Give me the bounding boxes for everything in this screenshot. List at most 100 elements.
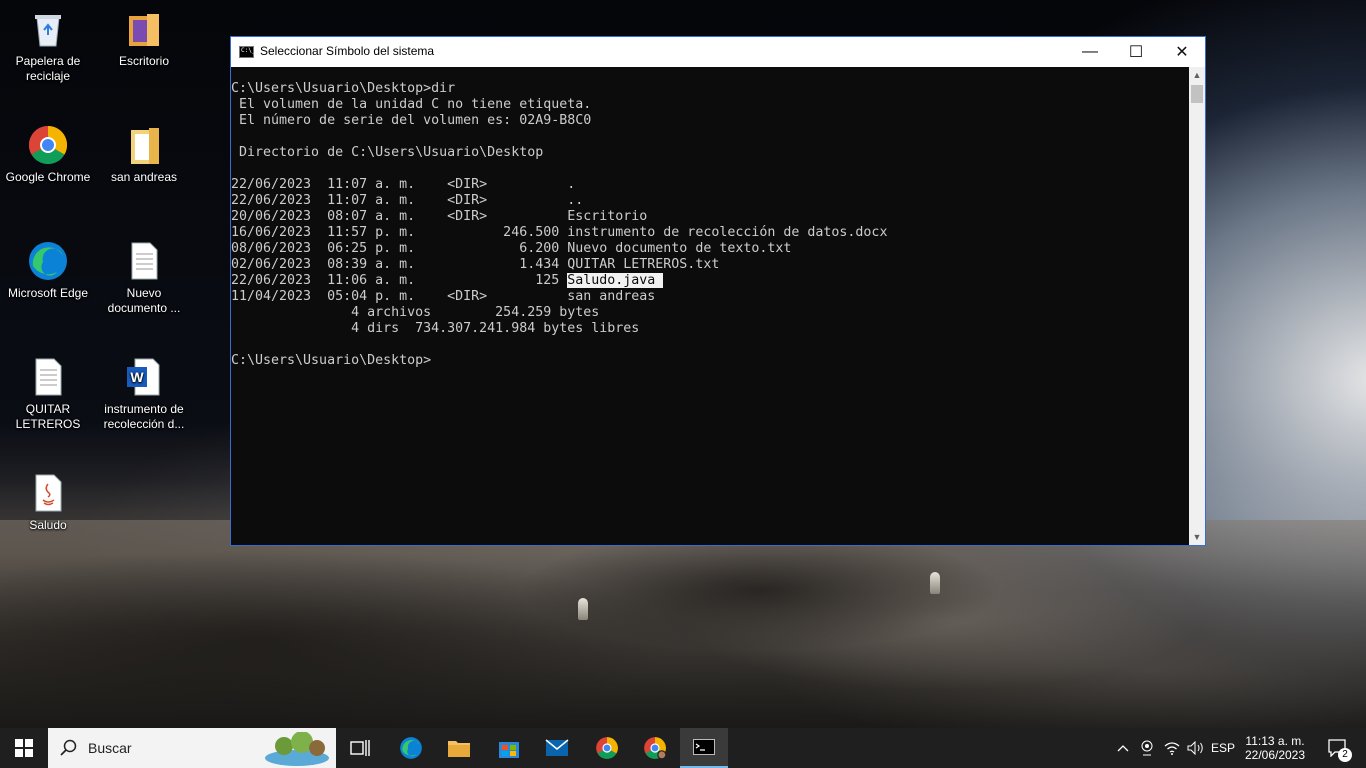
console-line: 16/06/2023 11:57 p. m. 246.500 instrumen… — [231, 225, 888, 240]
desktop-icon-quitar-letreros[interactable]: QUITAR LETREROS — [2, 356, 94, 432]
desktop-icon-microsoft-edge[interactable]: Microsoft Edge — [2, 240, 94, 301]
console-selection[interactable]: Saludo.java — [567, 273, 664, 288]
tray-meet-now[interactable] — [1136, 728, 1158, 768]
desktop-icon-label: QUITAR LETREROS — [15, 402, 81, 431]
taskbar-mail[interactable] — [534, 728, 580, 768]
speaker-icon — [1187, 741, 1203, 755]
chevron-up-icon — [1117, 745, 1129, 752]
taskbar-store[interactable] — [486, 728, 532, 768]
wifi-icon — [1164, 742, 1180, 755]
console-line-selected-row: 22/06/2023 11:06 a. m. 125 Saludo.java — [231, 273, 1189, 289]
folder-icon — [123, 8, 165, 50]
console-line: El número de serie del volumen es: 02A9-… — [231, 113, 592, 128]
command-prompt-window[interactable]: Seleccionar Símbolo del sistema — ☐ ✕ C:… — [230, 36, 1206, 546]
console-line: 4 archivos 254.259 bytes — [231, 305, 600, 320]
taskbar-clock[interactable]: 11:13 a. m. 22/06/2023 — [1240, 728, 1310, 768]
windows-logo-icon — [15, 739, 33, 757]
taskbar: Buscar ESP 11:13 a. m. 22/06/2023 2 — [0, 728, 1366, 768]
webcam-icon — [1141, 740, 1153, 756]
taskbar-chrome[interactable] — [584, 728, 630, 768]
console-line: 08/06/2023 06:25 p. m. 6.200 Nuevo docum… — [231, 241, 792, 256]
vertical-scrollbar[interactable]: ▲ ▼ — [1189, 67, 1205, 545]
recycle-bin-icon — [27, 8, 69, 50]
tray-network[interactable] — [1160, 728, 1184, 768]
maximize-button[interactable]: ☐ — [1113, 37, 1159, 67]
desktop-icon-label: Microsoft Edge — [7, 286, 89, 300]
store-icon — [499, 742, 519, 758]
input-language-indicator[interactable]: ESP — [1208, 728, 1238, 768]
text-document-icon — [123, 240, 165, 282]
desktop-icon-label: Nuevo documento ... — [107, 286, 181, 315]
console-line: 02/06/2023 08:39 a. m. 1.434 QUITAR LETR… — [231, 257, 720, 272]
console-line: Directorio de C:\Users\Usuario\Desktop — [231, 145, 544, 160]
console-line: 20/06/2023 08:07 a. m. <DIR> Escritorio — [231, 209, 648, 224]
edge-icon — [400, 737, 422, 759]
desktop-icon-san-andreas-folder[interactable]: san andreas — [98, 124, 190, 185]
edge-icon — [27, 240, 69, 282]
search-icon — [60, 739, 77, 756]
desktop-icon-label: instrumento de recolección d... — [103, 402, 185, 431]
console-line: 22/06/2023 11:07 a. m. <DIR> . — [231, 177, 576, 192]
console-line: C:\Users\Usuario\Desktop>dir — [231, 81, 456, 96]
java-file-icon — [27, 472, 69, 514]
desktop-icon-label: san andreas — [110, 170, 178, 184]
scrollbar-thumb[interactable] — [1191, 85, 1203, 103]
console-line: 11/04/2023 05:04 p. m. <DIR> san andreas — [231, 289, 656, 304]
task-view-icon — [350, 740, 370, 756]
console-line-prefix: 22/06/2023 11:06 a. m. 125 — [231, 273, 568, 288]
desktop-icon-recycle-bin[interactable]: Papelera de reciclaje — [2, 8, 94, 84]
text-document-icon — [27, 356, 69, 398]
folder-icon — [448, 741, 470, 757]
window-titlebar[interactable]: Seleccionar Símbolo del sistema — ☐ ✕ — [231, 37, 1205, 67]
desktop-wallpaper-terrain — [0, 520, 1366, 728]
desktop-icon-saludo-java[interactable]: Saludo — [2, 472, 94, 533]
desktop-icon-label: Google Chrome — [5, 170, 91, 184]
desktop-icon-label: Escritorio — [118, 54, 169, 68]
clock-date: 22/06/2023 — [1244, 748, 1306, 762]
chrome-profile-icon — [644, 737, 667, 760]
task-view-button[interactable] — [338, 728, 382, 768]
scroll-down-arrow-icon[interactable]: ▼ — [1189, 529, 1205, 545]
notification-center-button[interactable]: 2 — [1318, 728, 1358, 768]
console-output[interactable]: C:\Users\Usuario\Desktop>dir El volumen … — [231, 67, 1189, 545]
wallpaper-astronaut — [578, 598, 588, 620]
word-document-icon: W — [123, 356, 165, 398]
close-button[interactable]: ✕ — [1159, 37, 1205, 67]
cmd-icon — [239, 46, 255, 58]
tray-volume[interactable] — [1184, 728, 1208, 768]
chrome-icon — [596, 737, 618, 759]
desktop-icon-google-chrome[interactable]: Google Chrome — [2, 124, 94, 185]
desktop-icon-escritorio-folder[interactable]: Escritorio — [98, 8, 190, 69]
console-line: El volumen de la unidad C no tiene etiqu… — [231, 97, 592, 112]
desktop-icon-label: Papelera de reciclaje — [15, 54, 81, 83]
wallpaper-astronaut — [930, 572, 940, 594]
clock-time: 11:13 a. m. — [1245, 734, 1305, 748]
mail-icon — [545, 739, 569, 756]
taskbar-edge[interactable] — [388, 728, 434, 768]
desktop-icon-label: Saludo — [29, 518, 67, 532]
taskbar-chrome-profile[interactable] — [632, 728, 678, 768]
desktop-icon-instrumento-docx[interactable]: W instrumento de recolección d... — [98, 356, 190, 432]
console-line: 4 dirs 734.307.241.984 bytes libres — [231, 321, 640, 336]
desktop-icon-nuevo-documento[interactable]: Nuevo documento ... — [98, 240, 190, 316]
folder-icon — [123, 124, 165, 166]
taskbar-command-prompt[interactable] — [680, 728, 728, 768]
notification-badge: 2 — [1338, 748, 1352, 762]
taskbar-search-box[interactable]: Buscar — [48, 728, 336, 768]
start-button[interactable] — [0, 728, 48, 768]
cmd-icon — [693, 739, 715, 755]
window-title: Seleccionar Símbolo del sistema — [260, 44, 435, 58]
scroll-up-arrow-icon[interactable]: ▲ — [1189, 67, 1205, 83]
console-line: 22/06/2023 11:07 a. m. <DIR> .. — [231, 193, 584, 208]
minimize-button[interactable]: — — [1067, 37, 1113, 67]
chrome-icon — [27, 124, 69, 166]
console-prompt[interactable]: C:\Users\Usuario\Desktop> — [231, 353, 1189, 369]
svg-text:W: W — [130, 369, 144, 385]
search-highlight-illustration-icon — [265, 732, 329, 766]
search-placeholder: Buscar — [88, 740, 132, 756]
taskbar-file-explorer[interactable] — [436, 728, 482, 768]
show-hidden-icons-button[interactable] — [1112, 728, 1134, 768]
